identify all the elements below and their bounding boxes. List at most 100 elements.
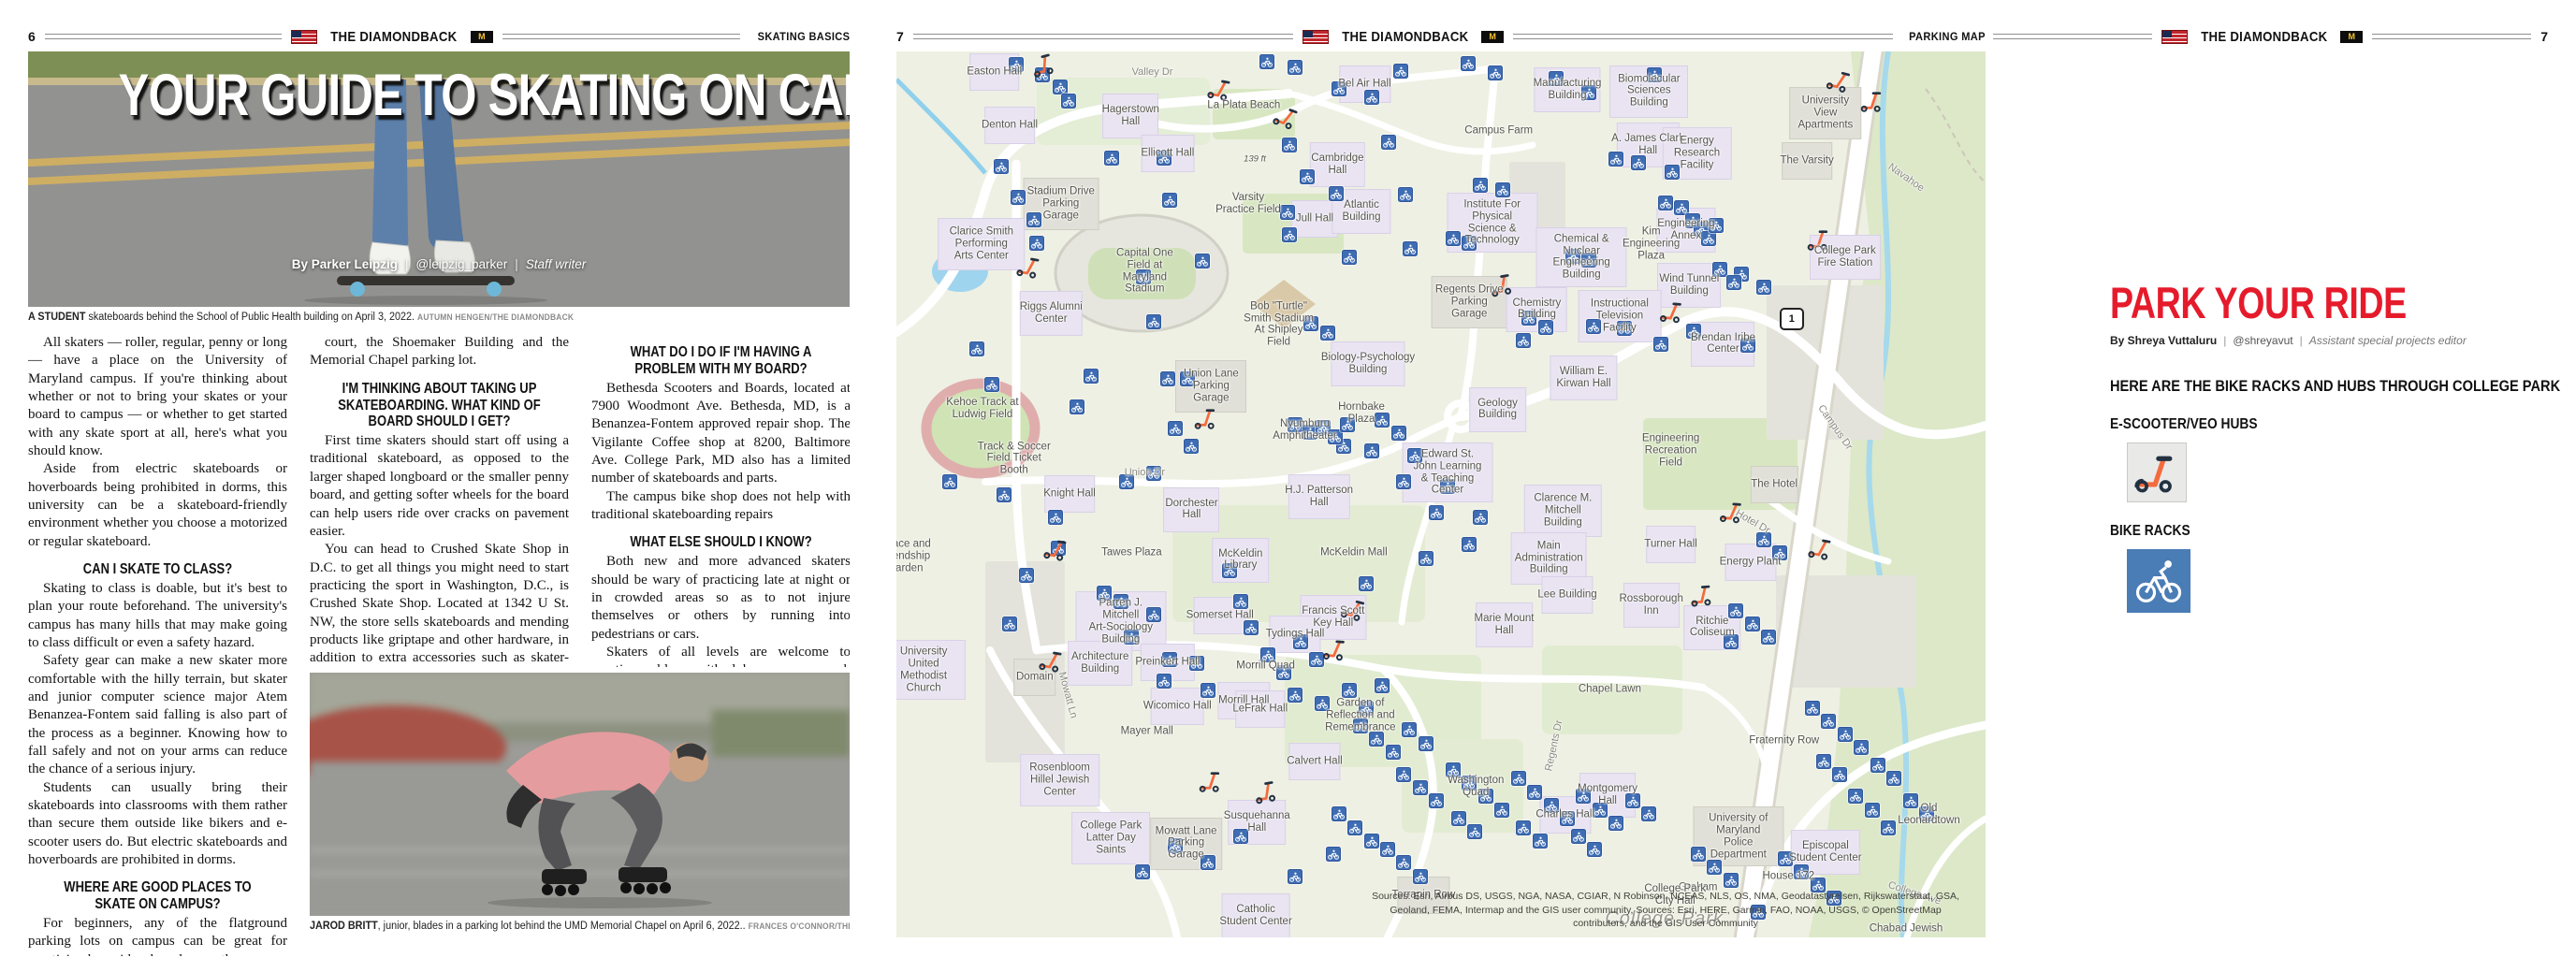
bike-rack-marker[interactable]: [1724, 873, 1739, 888]
bike-rack-marker[interactable]: [1488, 65, 1503, 80]
bike-rack-marker[interactable]: [1794, 864, 1809, 879]
bike-rack-marker[interactable]: [1745, 617, 1760, 631]
bike-rack-marker[interactable]: [1805, 701, 1820, 716]
bike-rack-marker[interactable]: [1124, 630, 1139, 645]
bike-rack-marker[interactable]: [1511, 771, 1526, 786]
bike-rack-marker[interactable]: [1446, 231, 1461, 246]
bike-rack-marker[interactable]: [1189, 656, 1204, 671]
bike-rack-marker[interactable]: [1119, 474, 1134, 489]
bike-rack-marker[interactable]: [1135, 864, 1150, 879]
bike-rack-marker[interactable]: [1326, 847, 1341, 862]
bike-rack-marker[interactable]: [1293, 634, 1308, 649]
bike-rack-marker[interactable]: [1019, 568, 1034, 583]
bike-rack-marker[interactable]: [1467, 824, 1482, 839]
bike-rack-marker[interactable]: [1342, 683, 1357, 698]
bike-rack-marker[interactable]: [1168, 421, 1183, 436]
bike-rack-marker[interactable]: [1288, 60, 1303, 75]
bike-rack-marker[interactable]: [1772, 545, 1787, 560]
bike-rack-marker[interactable]: [1407, 448, 1422, 463]
bike-rack-marker[interactable]: [1886, 771, 1901, 786]
bike-rack-marker[interactable]: [1396, 767, 1411, 782]
bike-rack-marker[interactable]: [1494, 803, 1509, 818]
bike-rack-marker[interactable]: [1581, 253, 1596, 268]
bike-rack-marker[interactable]: [1691, 847, 1706, 862]
bike-rack-marker[interactable]: [1332, 806, 1346, 821]
scooter-hub-marker[interactable]: [1718, 499, 1745, 526]
bike-rack-marker[interactable]: [1359, 576, 1374, 591]
bike-rack-marker[interactable]: [1544, 798, 1559, 813]
bike-rack-marker[interactable]: [1233, 594, 1248, 609]
campus-map-canvas[interactable]: Sources: Esri, Airbus DS, USGS, NGA, NAS…: [896, 51, 1986, 937]
bike-rack-marker[interactable]: [1260, 647, 1275, 662]
bike-rack-marker[interactable]: [1195, 254, 1210, 268]
bike-rack-marker[interactable]: [1919, 806, 1934, 821]
bike-rack-marker[interactable]: [1429, 505, 1444, 520]
bike-rack-marker[interactable]: [1002, 617, 1017, 631]
bike-rack-marker[interactable]: [1838, 727, 1853, 742]
bike-rack-marker[interactable]: [1222, 563, 1237, 578]
bike-rack-marker[interactable]: [1184, 439, 1199, 454]
bike-rack-marker[interactable]: [1359, 701, 1374, 716]
bike-rack-marker[interactable]: [1288, 688, 1303, 703]
bike-rack-marker[interactable]: [1070, 399, 1084, 414]
bike-rack-marker[interactable]: [1440, 479, 1455, 494]
scooter-hub-marker[interactable]: [1193, 406, 1218, 431]
bike-rack-marker[interactable]: [1576, 789, 1591, 804]
scooter-hub-marker[interactable]: [1041, 535, 1070, 564]
bike-rack-marker[interactable]: [1162, 193, 1177, 208]
bike-rack-marker[interactable]: [1631, 155, 1646, 170]
bike-rack-marker[interactable]: [1419, 551, 1434, 566]
bike-rack-marker[interactable]: [1048, 510, 1063, 525]
scooter-hub-marker[interactable]: [1038, 646, 1067, 675]
bike-rack-marker[interactable]: [1848, 789, 1863, 804]
bike-rack-marker[interactable]: [1396, 855, 1411, 870]
bike-rack-marker[interactable]: [1462, 776, 1477, 791]
bike-rack-marker[interactable]: [1462, 236, 1477, 251]
scooter-hub-marker[interactable]: [1014, 252, 1043, 281]
bike-rack-marker[interactable]: [1617, 321, 1632, 336]
bike-rack-marker[interactable]: [1821, 714, 1836, 729]
bike-rack-marker[interactable]: [1881, 820, 1896, 835]
bike-rack-marker[interactable]: [1160, 371, 1175, 386]
bike-rack-marker[interactable]: [994, 159, 1009, 174]
bike-rack-marker[interactable]: [1342, 250, 1357, 265]
bike-rack-marker[interactable]: [1026, 212, 1041, 227]
bike-rack-marker[interactable]: [1300, 169, 1315, 184]
bike-rack-marker[interactable]: [1353, 718, 1368, 733]
bike-rack-marker[interactable]: [1303, 316, 1318, 331]
bike-rack-marker[interactable]: [1364, 90, 1379, 105]
bike-rack-marker[interactable]: [1380, 842, 1395, 857]
bike-rack-marker[interactable]: [1146, 314, 1161, 329]
bike-rack-marker[interactable]: [1761, 630, 1776, 645]
bike-rack-marker[interactable]: [1320, 326, 1335, 341]
bike-rack-marker[interactable]: [1565, 249, 1580, 264]
bike-rack-marker[interactable]: [1413, 869, 1428, 884]
bike-rack-marker[interactable]: [1495, 182, 1510, 197]
bike-rack-marker[interactable]: [1375, 413, 1390, 428]
scooter-hub-marker[interactable]: [1806, 226, 1831, 252]
bike-rack-marker[interactable]: [1162, 652, 1177, 667]
bike-rack-marker[interactable]: [1473, 178, 1488, 193]
bike-rack-marker[interactable]: [1538, 320, 1553, 335]
bike-rack-marker[interactable]: [1347, 820, 1362, 835]
bike-rack-marker[interactable]: [1104, 151, 1119, 166]
bike-rack-marker[interactable]: [1315, 696, 1330, 711]
bike-rack-marker[interactable]: [1608, 152, 1623, 167]
bike-rack-marker[interactable]: [1011, 190, 1026, 205]
bike-rack-marker[interactable]: [1146, 607, 1161, 622]
bike-rack-marker[interactable]: [1686, 324, 1701, 339]
bike-rack-marker[interactable]: [1832, 767, 1847, 782]
bike-rack-marker[interactable]: [1398, 187, 1413, 202]
bike-rack-marker[interactable]: [1756, 280, 1771, 295]
bike-rack-marker[interactable]: [1259, 54, 1274, 69]
bike-rack-marker[interactable]: [1521, 311, 1536, 326]
bike-rack-marker[interactable]: [969, 341, 984, 356]
scooter-hub-marker[interactable]: [1251, 776, 1280, 805]
bike-rack-marker[interactable]: [1386, 745, 1401, 760]
bike-rack-marker[interactable]: [1816, 754, 1831, 769]
bike-rack-marker[interactable]: [1870, 758, 1885, 773]
bike-rack-marker[interactable]: [1375, 678, 1390, 693]
bike-rack-marker[interactable]: [1061, 94, 1076, 109]
bike-rack-marker[interactable]: [1709, 218, 1724, 233]
bike-rack-marker[interactable]: [1701, 231, 1716, 246]
